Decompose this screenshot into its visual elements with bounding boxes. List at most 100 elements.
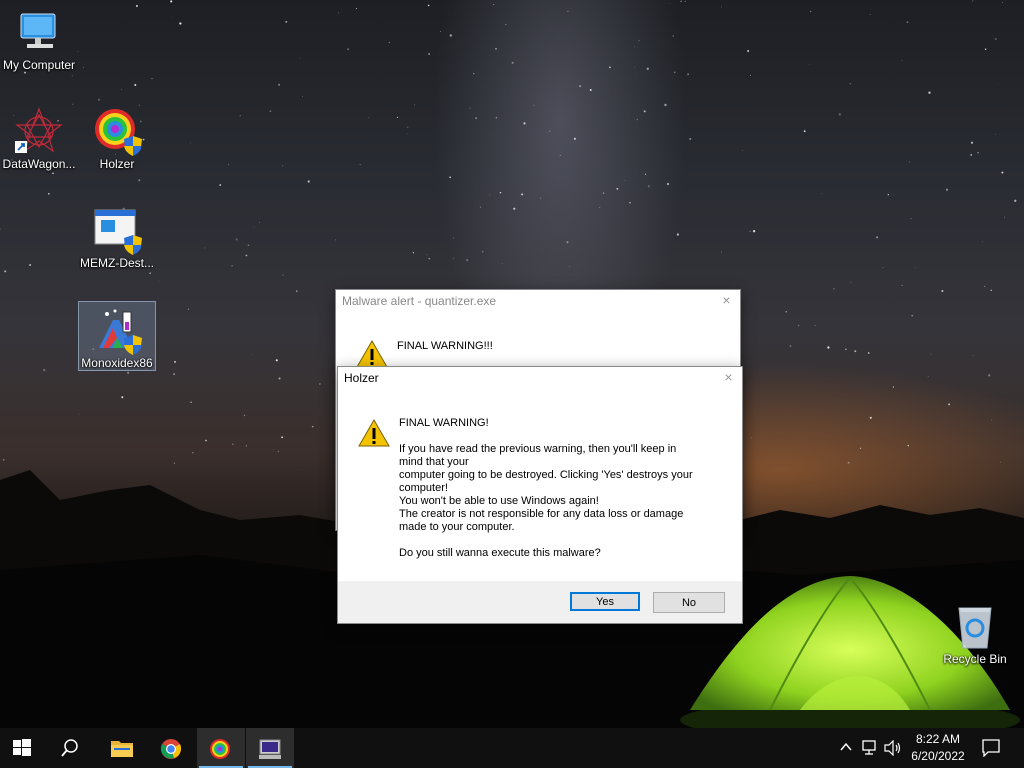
clock[interactable]: 8:22 AM 6/20/2022 — [900, 731, 976, 765]
search-button[interactable] — [48, 728, 96, 768]
star — [638, 39, 640, 42]
star — [495, 48, 497, 50]
star — [253, 226, 255, 228]
star — [121, 396, 124, 399]
star — [809, 10, 812, 13]
network-icon[interactable] — [862, 740, 880, 756]
monitor-app-icon — [259, 739, 281, 759]
star — [428, 53, 430, 55]
star — [927, 376, 929, 377]
desktop[interactable]: My Computer DataWagon... Holzer MEMZ-Des… — [0, 0, 1024, 728]
star — [752, 230, 756, 233]
star — [513, 207, 516, 210]
star — [997, 83, 999, 84]
star — [798, 325, 800, 327]
holzer-warning-dialog[interactable]: Holzer × FINAL WARNING! If you have read… — [337, 366, 743, 624]
taskbar-chrome[interactable] — [148, 728, 196, 768]
star — [231, 264, 233, 267]
dialog-heading: FINAL WARNING!!! — [397, 340, 493, 352]
close-icon[interactable]: × — [723, 370, 734, 384]
star — [930, 353, 932, 355]
star — [972, 355, 974, 356]
star — [319, 383, 321, 385]
star — [406, 126, 409, 129]
star — [499, 191, 502, 194]
star — [413, 104, 416, 106]
dialog-titlebar[interactable]: Holzer × — [338, 367, 742, 389]
star — [0, 228, 1, 230]
desktop-icon-memz[interactable]: MEMZ-Dest... — [79, 202, 155, 271]
action-center[interactable] — [978, 728, 1008, 768]
star — [192, 452, 194, 454]
star — [549, 130, 551, 132]
dialog-titlebar[interactable]: Malware alert - quantizer.exe × — [336, 290, 740, 312]
star — [269, 110, 272, 113]
message-line: computer going to be destroyed. Clicking… — [399, 469, 693, 481]
star — [676, 233, 680, 236]
holzer-icon — [210, 739, 230, 759]
dialog-message: If you have read the previous warning, t… — [399, 443, 729, 534]
star — [406, 133, 408, 134]
star — [647, 185, 650, 188]
star — [645, 173, 647, 175]
star — [849, 83, 851, 85]
star — [190, 142, 192, 144]
star — [29, 264, 32, 266]
star — [603, 192, 605, 194]
star — [282, 274, 284, 276]
close-icon[interactable]: × — [721, 293, 732, 307]
taskbar: 8:22 AM 6/20/2022 — [0, 728, 1024, 768]
star — [573, 137, 576, 140]
star — [278, 83, 281, 86]
chevron-up-icon[interactable] — [840, 742, 852, 752]
star — [567, 10, 569, 12]
star — [634, 66, 635, 68]
star — [982, 241, 983, 243]
star — [170, 0, 173, 3]
star — [190, 401, 192, 403]
star — [511, 61, 514, 64]
star — [907, 444, 909, 447]
star — [833, 287, 835, 290]
desktop-icon-label: DataWagon... — [2, 157, 76, 171]
desktop-icon-datawagon[interactable]: DataWagon... — [1, 103, 77, 172]
dialog-heading: FINAL WARNING! — [399, 417, 489, 429]
star — [388, 41, 391, 44]
star — [559, 154, 561, 156]
desktop-icon-label: Monoxidex86 — [81, 356, 153, 370]
taskbar-monitor-app[interactable] — [246, 728, 294, 768]
desktop-icon-my-computer[interactable]: My Computer — [1, 4, 77, 73]
star — [427, 4, 430, 7]
desktop-icon-recycle-bin[interactable]: Recycle Bin — [937, 598, 1013, 667]
star — [235, 238, 238, 241]
dialog-button-bar: Yes No — [338, 581, 742, 623]
star — [347, 48, 350, 51]
clock-time: 8:22 AM — [915, 732, 961, 746]
star — [972, 0, 974, 2]
yes-button[interactable]: Yes — [570, 592, 640, 611]
desktop-icon-monoxidex86[interactable]: Monoxidex86 — [78, 301, 156, 371]
star — [995, 133, 997, 135]
star — [173, 373, 175, 375]
star — [540, 197, 542, 199]
star — [977, 152, 979, 154]
star — [667, 183, 669, 185]
star — [469, 107, 471, 109]
desktop-icon-label: Recycle Bin — [943, 652, 1007, 666]
taskbar-file-explorer[interactable] — [98, 728, 146, 768]
star — [272, 449, 274, 450]
star — [158, 280, 160, 282]
star — [990, 289, 992, 292]
start-button[interactable] — [0, 728, 48, 768]
taskbar-holzer[interactable] — [197, 728, 245, 768]
holzer-icon — [93, 107, 142, 156]
star — [307, 180, 310, 183]
desktop-icon-holzer[interactable]: Holzer — [79, 103, 155, 172]
message-line: The creator is not responsible for any d… — [399, 508, 684, 520]
computer-icon — [15, 8, 63, 56]
star — [134, 83, 137, 87]
no-button[interactable]: No — [653, 592, 725, 613]
desktop-icon-label: Holzer — [99, 157, 135, 171]
star — [71, 75, 73, 77]
star — [426, 254, 428, 256]
